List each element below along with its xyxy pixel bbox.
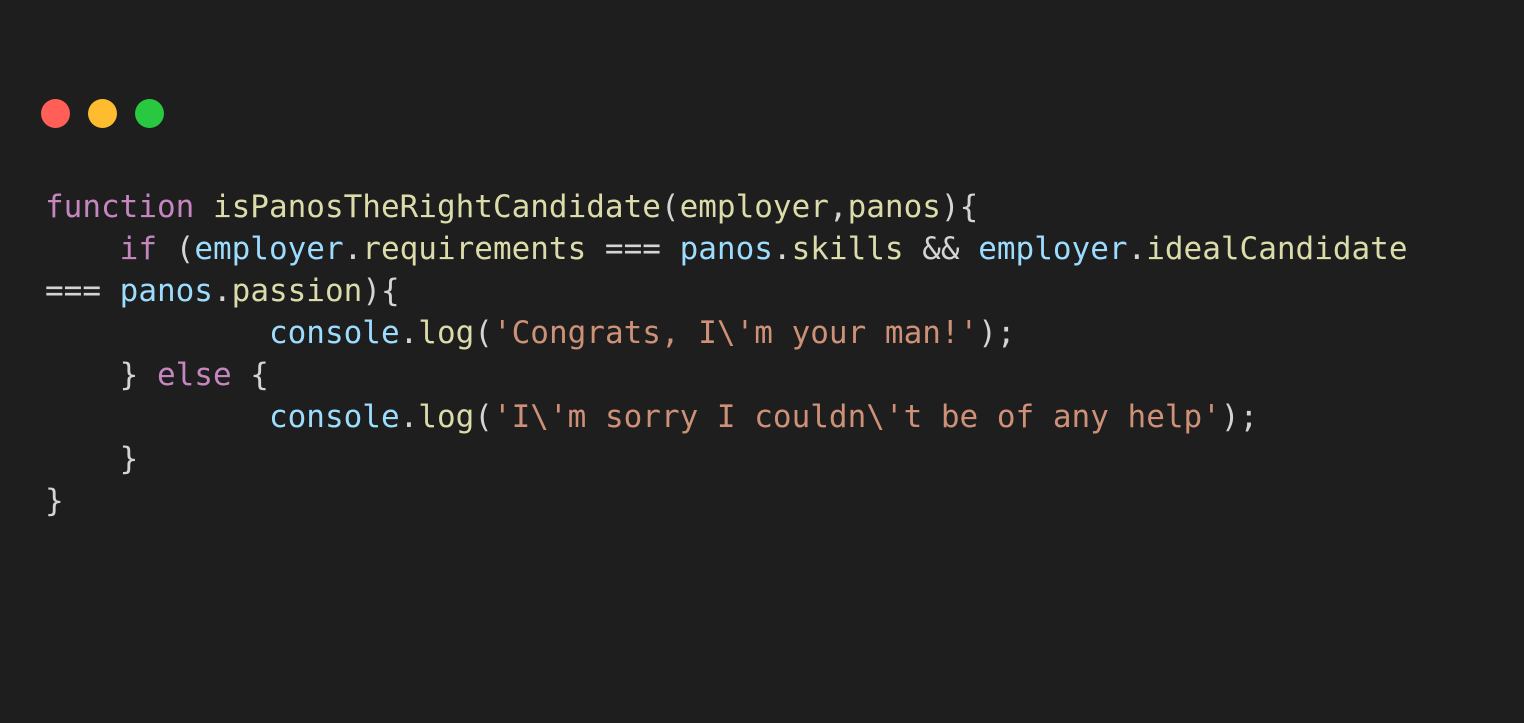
code-token-variable: panos (119, 273, 213, 309)
code-token-punctuation: , (828, 189, 848, 225)
code-token-keyword: if (119, 231, 157, 267)
code-token-punctuation (45, 231, 120, 267)
code-token-variable: employer (978, 231, 1128, 267)
code-token-variable: panos (679, 231, 773, 267)
code-token-punctuation: ( (474, 315, 493, 351)
code-token-punctuation: ( (156, 231, 195, 267)
code-token-variable: console (268, 399, 400, 435)
code-line: function isPanosTheRightCandidate(employ… (45, 186, 1408, 228)
code-token-function: log (418, 315, 475, 351)
code-line: } (45, 480, 1408, 522)
code-token-punctuation: . (399, 315, 419, 351)
code-token-punctuation: ); (978, 315, 1016, 351)
code-token-punctuation: ){ (940, 189, 979, 225)
code-token-string: 'Congrats, I\'m your man!' (492, 315, 979, 351)
code-token-keyword: else (156, 357, 232, 393)
code-token-punctuation: === (45, 273, 120, 309)
code-line: console.log('Congrats, I\'m your man!'); (45, 312, 1408, 354)
code-token-function: idealCandidate (1146, 231, 1408, 267)
code-token-punctuation: . (1127, 231, 1147, 267)
code-token-punctuation: { (231, 357, 269, 393)
code-token-function: requirements (362, 231, 587, 267)
code-token-punctuation: ); (1220, 399, 1259, 435)
code-token-punctuation: && (903, 231, 979, 267)
minimize-button[interactable] (88, 99, 117, 128)
code-token-function: panos (847, 189, 941, 225)
code-line: if (employer.requirements === panos.skil… (45, 228, 1408, 270)
code-line: } (45, 438, 1408, 480)
code-token-variable: console (268, 315, 400, 351)
code-token-keyword: function (45, 189, 195, 225)
code-window: function isPanosTheRightCandidate(employ… (0, 0, 1524, 723)
code-token-punctuation: ( (474, 399, 493, 435)
code-token-punctuation: . (212, 273, 232, 309)
code-token-function: employer (679, 189, 829, 225)
code-token-punctuation: ( (660, 189, 680, 225)
code-token-punctuation: . (772, 231, 792, 267)
code-token-function: skills (791, 231, 904, 267)
code-token-function: isPanosTheRightCandidate (212, 189, 661, 225)
code-line: } else { (45, 354, 1408, 396)
code-block: function isPanosTheRightCandidate(employ… (45, 186, 1408, 522)
code-token-punctuation (194, 189, 213, 225)
code-token-variable: employer (194, 231, 344, 267)
code-token-punctuation (45, 399, 269, 435)
code-line: console.log('I\'m sorry I couldn\'t be o… (45, 396, 1408, 438)
maximize-button[interactable] (135, 99, 164, 128)
code-token-punctuation: . (343, 231, 363, 267)
code-line: === panos.passion){ (45, 270, 1408, 312)
code-token-punctuation: . (399, 399, 419, 435)
code-token-punctuation: ){ (362, 273, 400, 309)
close-button[interactable] (41, 99, 70, 128)
code-token-function: log (418, 399, 475, 435)
code-token-punctuation (45, 315, 269, 351)
window-controls (41, 99, 164, 128)
code-token-punctuation: } (45, 441, 139, 477)
code-token-punctuation: } (45, 357, 157, 393)
code-token-string: 'I\'m sorry I couldn\'t be of any help' (492, 399, 1221, 435)
code-token-function: passion (231, 273, 363, 309)
code-token-punctuation: } (45, 483, 64, 519)
code-token-punctuation: === (586, 231, 680, 267)
